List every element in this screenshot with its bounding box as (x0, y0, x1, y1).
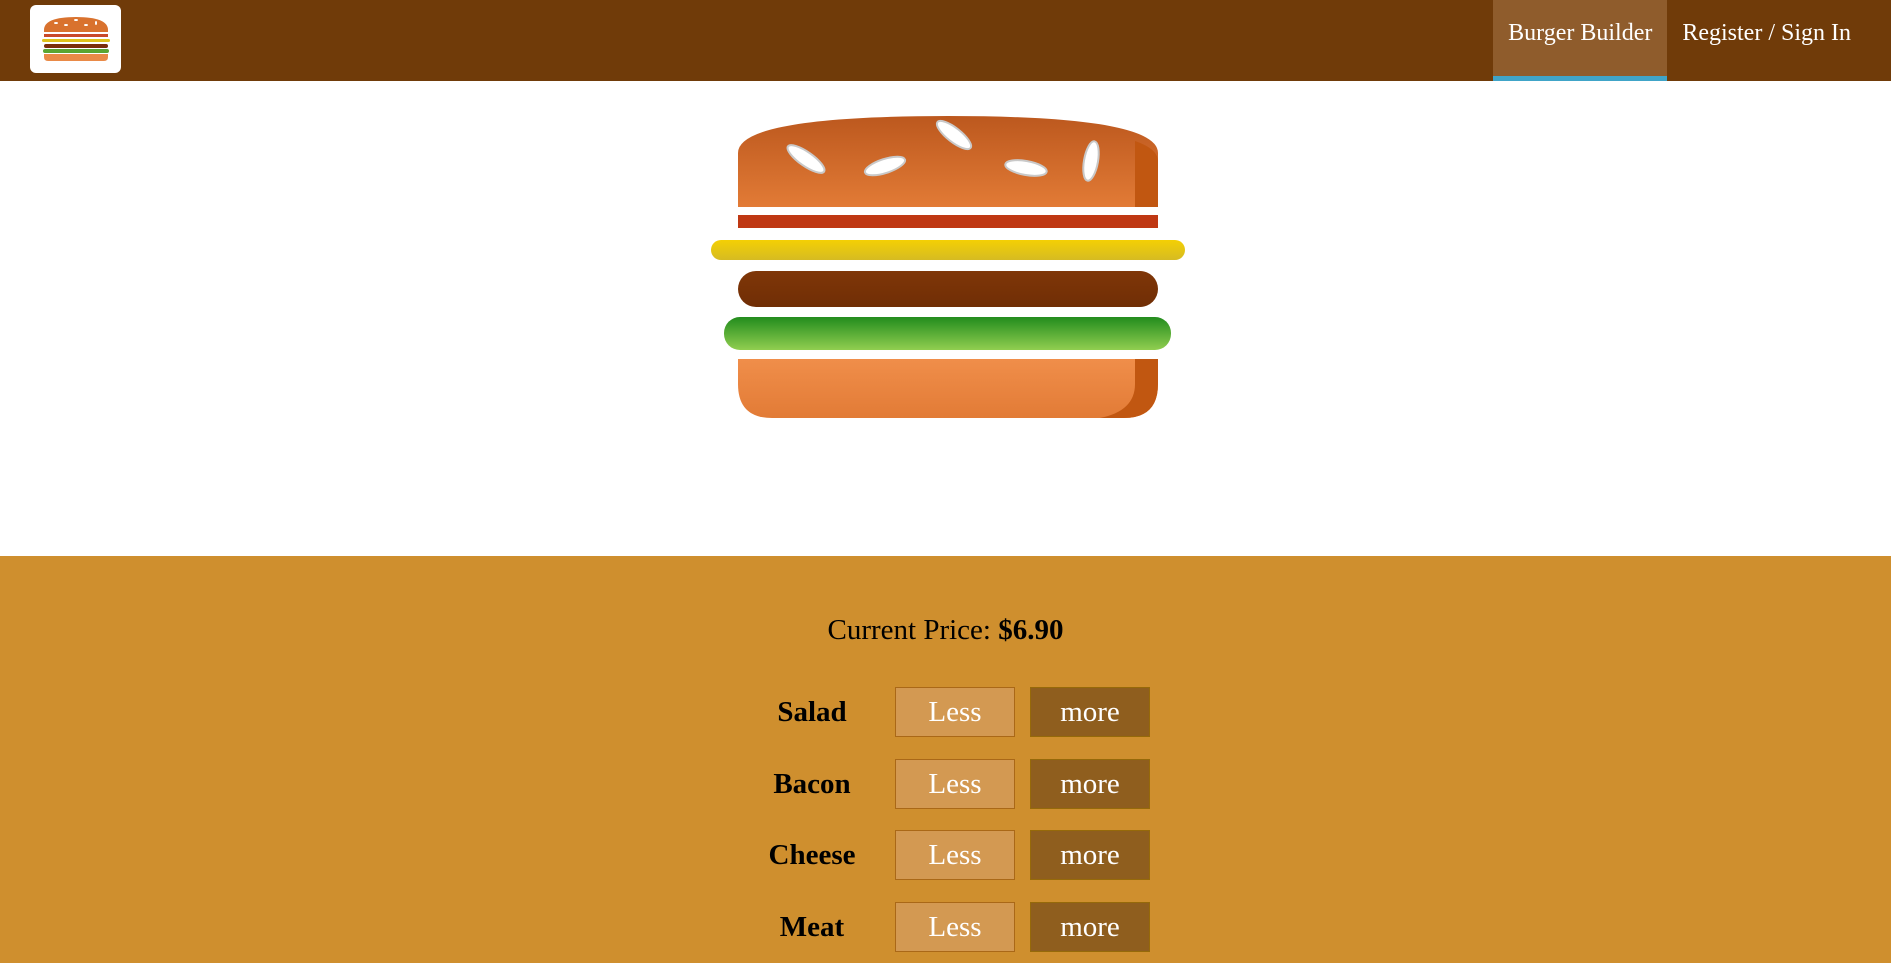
logo[interactable] (30, 5, 121, 73)
build-controls: Current Price: $6.90 Salad Less more Bac… (0, 556, 1891, 963)
salad-more-button[interactable]: more (1030, 687, 1150, 737)
cheese-less-button[interactable]: Less (895, 830, 1015, 880)
current-price: Current Price: $6.90 (0, 614, 1891, 647)
salad-layer (724, 317, 1171, 350)
toolbar: Burger Builder Register / Sign In (0, 0, 1891, 81)
bread-top (738, 116, 1158, 207)
build-control-cheese: Cheese Less more (0, 830, 1891, 880)
ingredient-label: Meat (779, 911, 845, 943)
bread-bottom (738, 359, 1158, 418)
price-value: $6.90 (998, 614, 1064, 646)
burger-preview (0, 81, 1891, 556)
ingredient-label: Bacon (773, 768, 851, 800)
bacon-more-button[interactable]: more (1030, 759, 1150, 809)
cheese-layer (711, 240, 1185, 260)
price-label: Current Price: (827, 614, 991, 646)
nav-burger-builder[interactable]: Burger Builder (1493, 0, 1668, 81)
ingredient-label: Salad (777, 696, 847, 728)
bacon-less-button[interactable]: Less (895, 759, 1015, 809)
build-control-meat: Meat Less more (0, 902, 1891, 952)
meat-less-button[interactable]: Less (895, 902, 1015, 952)
meat-layer (738, 271, 1158, 307)
build-control-bacon: Bacon Less more (0, 759, 1891, 809)
burger-logo-icon (42, 17, 110, 61)
meat-more-button[interactable]: more (1030, 902, 1150, 952)
ingredient-label: Cheese (768, 839, 856, 871)
cheese-more-button[interactable]: more (1030, 830, 1150, 880)
build-control-salad: Salad Less more (0, 687, 1891, 737)
burger-illustration (711, 116, 1185, 418)
bacon-layer (738, 215, 1158, 228)
main-nav: Burger Builder Register / Sign In (1493, 0, 1891, 81)
salad-less-button[interactable]: Less (895, 687, 1015, 737)
nav-register-sign-in[interactable]: Register / Sign In (1667, 0, 1891, 81)
